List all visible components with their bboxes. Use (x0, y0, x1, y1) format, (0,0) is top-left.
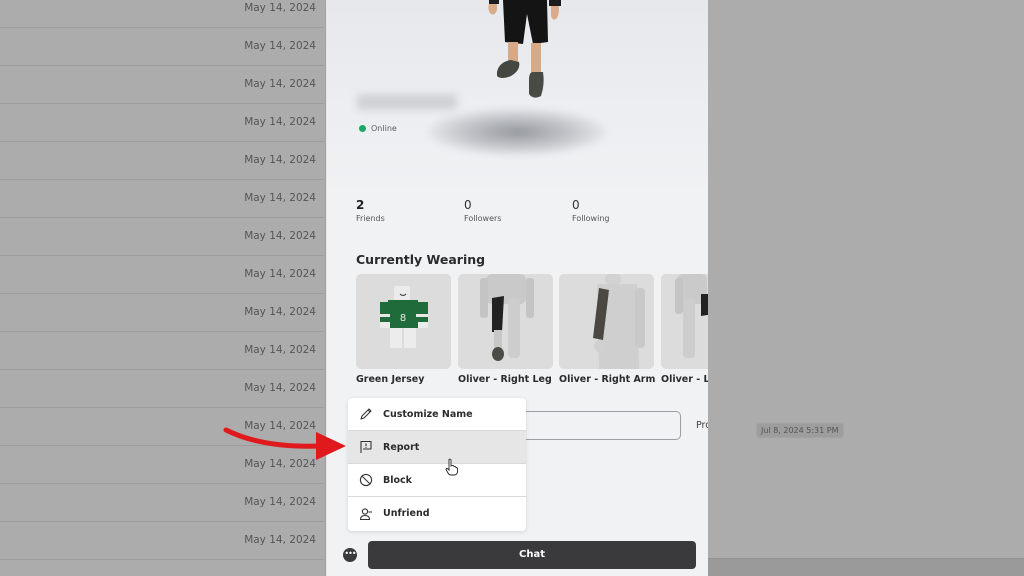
menu-item-customize-name[interactable]: Customize Name (348, 398, 526, 431)
hand-cursor-icon (445, 458, 458, 476)
svg-text:8: 8 (400, 313, 406, 324)
currently-wearing-title: Currently Wearing (356, 252, 486, 267)
item-thumbnail (559, 274, 654, 369)
row-date: May 14, 2024 (244, 496, 316, 508)
profile-context-menu: Customize Name Report Block Unfriend (348, 398, 526, 531)
stat-value: 0 (572, 198, 580, 212)
row-date: May 14, 2024 (244, 230, 316, 242)
row-date: May 14, 2024 (244, 344, 316, 356)
item-thumbnail (661, 274, 708, 369)
list-row[interactable]: May 14, 2024 (0, 104, 324, 142)
chat-button[interactable]: Chat (368, 541, 696, 569)
item-name: Oliver - Right Leg (458, 374, 552, 385)
left-leg-image (675, 274, 708, 358)
online-dot-icon (359, 125, 366, 132)
pencil-icon (358, 406, 374, 422)
background-list: May 14, 2024 May 14, 2024 May 14, 2024 M… (0, 0, 326, 576)
stat-label: Followers (464, 214, 502, 223)
row-date: May 14, 2024 (244, 116, 316, 128)
right-arm-image (593, 274, 645, 369)
stat-followers[interactable]: 0 Followers (464, 198, 501, 223)
row-date: May 14, 2024 (244, 534, 316, 546)
row-date: May 14, 2024 (244, 2, 316, 14)
right-leg-image (480, 274, 534, 361)
avatar-shadow (427, 108, 607, 156)
profile-stats: 2 Friends 0 Followers 0 Following (356, 198, 696, 228)
menu-item-label: Report (383, 441, 420, 453)
more-options-button[interactable]: ••• (343, 548, 357, 562)
list-row[interactable]: May 14, 2024 (0, 484, 324, 522)
unfriend-icon (358, 506, 374, 522)
view-profile-label: Profile (696, 420, 708, 431)
item-name: Oliver - Right Arm (559, 374, 656, 385)
list-row[interactable]: May 14, 2024 (0, 522, 324, 560)
wearing-items: 8 Green Jersey Oliver - Right Leg Oliver… (356, 274, 708, 390)
menu-item-label: Customize Name (383, 408, 473, 420)
chat-row: ••• Chat (327, 540, 708, 570)
stat-value: 2 (356, 198, 365, 212)
list-row[interactable]: May 14, 2024 (0, 142, 324, 180)
stat-label: Following (572, 214, 610, 223)
menu-item-unfriend[interactable]: Unfriend (348, 497, 526, 530)
flag-icon (358, 439, 374, 455)
annotation-arrow-icon (223, 427, 346, 460)
row-date: May 14, 2024 (244, 78, 316, 90)
status-label: Online (371, 124, 397, 133)
item-thumbnail (458, 274, 553, 369)
stat-label: Friends (356, 214, 385, 223)
row-date: May 14, 2024 (244, 154, 316, 166)
online-status: Online (359, 124, 397, 133)
row-date: May 14, 2024 (244, 306, 316, 318)
list-row[interactable]: May 14, 2024 (0, 66, 324, 104)
list-row[interactable]: May 14, 2024 (0, 180, 324, 218)
stat-following[interactable]: 0 Following (572, 198, 609, 223)
menu-item-report[interactable]: Report (348, 431, 526, 464)
list-row[interactable]: May 14, 2024 (0, 294, 324, 332)
menu-item-label: Unfriend (383, 508, 430, 519)
list-row[interactable]: May 14, 2024 (0, 218, 324, 256)
bottom-bar (708, 558, 1024, 576)
list-row[interactable]: May 14, 2024 (0, 28, 324, 66)
stat-friends[interactable]: 2 Friends (356, 198, 385, 223)
wearing-item[interactable]: Oliver - Right Arm (559, 274, 656, 385)
item-name: Green Jersey (356, 374, 425, 385)
stat-value: 0 (464, 198, 472, 212)
wearing-item[interactable]: Oliver - Right Leg (458, 274, 553, 385)
block-icon (358, 472, 374, 488)
wearing-item[interactable]: Oliver - Left Leg (661, 274, 708, 385)
list-row[interactable]: May 14, 2024 (0, 256, 324, 294)
menu-item-label: Block (383, 474, 412, 486)
list-row[interactable]: May 14, 2024 (0, 332, 324, 370)
avatar-image (488, 0, 561, 98)
item-name: Oliver - Left Leg (661, 374, 708, 385)
item-thumbnail: 8 (356, 274, 451, 369)
wearing-item[interactable]: 8 Green Jersey (356, 274, 451, 385)
menu-item-block[interactable]: Block (348, 464, 526, 497)
green-jersey-image: 8 (380, 286, 428, 348)
avatar-hero: Online (327, 0, 708, 186)
display-name-blurred (357, 94, 457, 110)
list-row[interactable]: May 14, 2024 (0, 370, 324, 408)
list-row[interactable]: May 14, 2024 (0, 0, 324, 28)
row-date: May 14, 2024 (244, 40, 316, 52)
background-right (708, 0, 1024, 576)
screen: May 14, 2024 May 14, 2024 May 14, 2024 M… (0, 0, 1024, 576)
row-date: May 14, 2024 (244, 192, 316, 204)
timestamp-tooltip: Jul 8, 2024 5:31 PM (757, 424, 843, 437)
row-date: May 14, 2024 (244, 382, 316, 394)
row-date: May 14, 2024 (244, 268, 316, 280)
